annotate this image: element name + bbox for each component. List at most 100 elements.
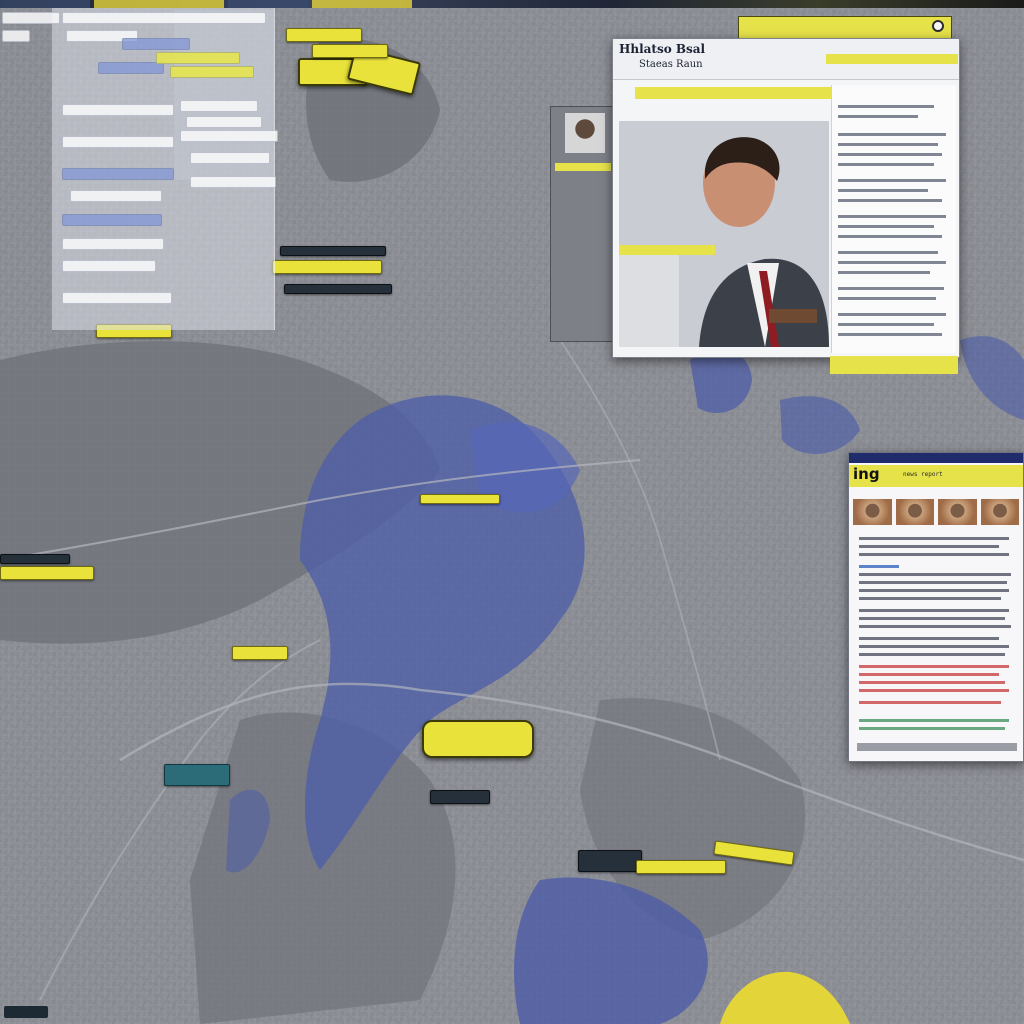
text-line — [838, 133, 946, 136]
layer-item[interactable] — [62, 136, 174, 148]
article-panel[interactable]: ing news report — [848, 452, 1024, 762]
layer-item[interactable] — [62, 168, 174, 180]
text-line — [838, 261, 946, 264]
layer-item[interactable] — [190, 152, 270, 164]
text-line — [859, 727, 1005, 730]
text-line — [859, 565, 899, 568]
map-label[interactable] — [636, 860, 726, 874]
top-tab-bar — [0, 0, 412, 8]
text-line — [859, 719, 1009, 722]
text-line — [838, 323, 934, 326]
text-line — [838, 313, 946, 316]
map-pin[interactable] — [422, 720, 534, 758]
text-line — [838, 235, 942, 238]
article-photo[interactable] — [980, 499, 1019, 525]
tab[interactable] — [0, 0, 90, 8]
layer-item[interactable] — [186, 116, 262, 128]
text-line — [859, 617, 1005, 620]
news-window-header[interactable] — [738, 16, 952, 40]
text-line — [838, 105, 934, 108]
text-line — [838, 333, 942, 336]
news-highlight-bar — [635, 87, 845, 99]
map-label[interactable] — [312, 44, 388, 58]
map-label[interactable] — [0, 554, 70, 564]
text-line — [838, 287, 944, 290]
article-photo-strip — [853, 499, 1019, 525]
layer-item[interactable] — [190, 176, 276, 188]
text-line — [838, 179, 946, 182]
close-icon[interactable] — [932, 20, 944, 32]
map-label[interactable] — [286, 28, 362, 42]
article-brand: ing — [853, 465, 880, 483]
layer-item[interactable] — [156, 52, 240, 64]
text-line — [859, 609, 1009, 612]
map-label[interactable] — [420, 494, 500, 504]
text-line — [859, 625, 1011, 628]
app-root: Hhlatso Bsal Staeas Raun ing news report — [0, 0, 1024, 1024]
text-line — [859, 681, 1005, 684]
map-label[interactable] — [232, 646, 288, 660]
media-thumbnail-card[interactable] — [550, 106, 616, 342]
news-subtitle: Staeas Raun — [639, 59, 703, 70]
article-photo[interactable] — [938, 499, 977, 525]
map-label[interactable] — [280, 246, 386, 256]
layer-item[interactable] — [180, 100, 258, 112]
layer-item[interactable] — [180, 130, 278, 142]
map-label[interactable] — [272, 260, 382, 274]
article-photo[interactable] — [895, 499, 934, 525]
text-line — [838, 115, 918, 118]
text-line — [838, 153, 942, 156]
text-line — [838, 189, 928, 192]
layer-item[interactable] — [62, 104, 174, 116]
text-line — [838, 271, 930, 274]
text-line — [859, 689, 1009, 692]
news-sidebar — [831, 85, 956, 353]
text-line — [859, 653, 1005, 656]
text-line — [859, 673, 999, 676]
layer-item[interactable] — [62, 214, 162, 226]
text-line — [859, 701, 1001, 704]
map-label[interactable] — [164, 764, 230, 786]
news-popup-window[interactable]: Hhlatso Bsal Staeas Raun — [612, 38, 960, 358]
text-line — [859, 645, 1009, 648]
text-line — [859, 545, 999, 548]
tab[interactable] — [228, 0, 308, 8]
map-label[interactable] — [578, 850, 642, 872]
text-line — [838, 251, 938, 254]
person-photo-icon — [619, 121, 829, 347]
text-line — [859, 589, 1009, 592]
news-title: Hhlatso Bsal — [619, 42, 706, 56]
map-label[interactable] — [0, 566, 94, 580]
layer-item[interactable] — [2, 12, 60, 24]
text-line — [859, 573, 1011, 576]
text-line — [838, 225, 934, 228]
text-line — [859, 597, 1001, 600]
text-line — [859, 537, 1009, 540]
text-line — [859, 581, 1007, 584]
news-caption-strip — [619, 245, 715, 255]
layer-item[interactable] — [122, 38, 190, 50]
news-window-accent — [826, 54, 958, 64]
layer-item[interactable] — [98, 62, 164, 74]
map-label[interactable] — [430, 790, 490, 804]
layer-item[interactable] — [62, 260, 156, 272]
tab[interactable] — [312, 0, 412, 8]
layer-item[interactable] — [70, 190, 162, 202]
tab[interactable] — [94, 0, 224, 8]
article-footer — [857, 743, 1017, 751]
article-topbar — [849, 453, 1023, 463]
layer-item[interactable] — [170, 66, 254, 78]
news-footer-bar[interactable] — [830, 356, 958, 374]
article-photo[interactable] — [853, 499, 892, 525]
map-label[interactable] — [284, 284, 392, 294]
portrait-thumbnail — [565, 113, 605, 153]
layer-item[interactable] — [2, 30, 30, 42]
layer-item[interactable] — [62, 12, 266, 24]
text-line — [838, 215, 946, 218]
text-line — [859, 665, 1009, 668]
layer-item[interactable] — [62, 292, 172, 304]
map-scale-badge — [4, 1006, 48, 1018]
text-line — [859, 553, 1009, 556]
text-line — [838, 199, 942, 202]
layer-item[interactable] — [62, 238, 164, 250]
